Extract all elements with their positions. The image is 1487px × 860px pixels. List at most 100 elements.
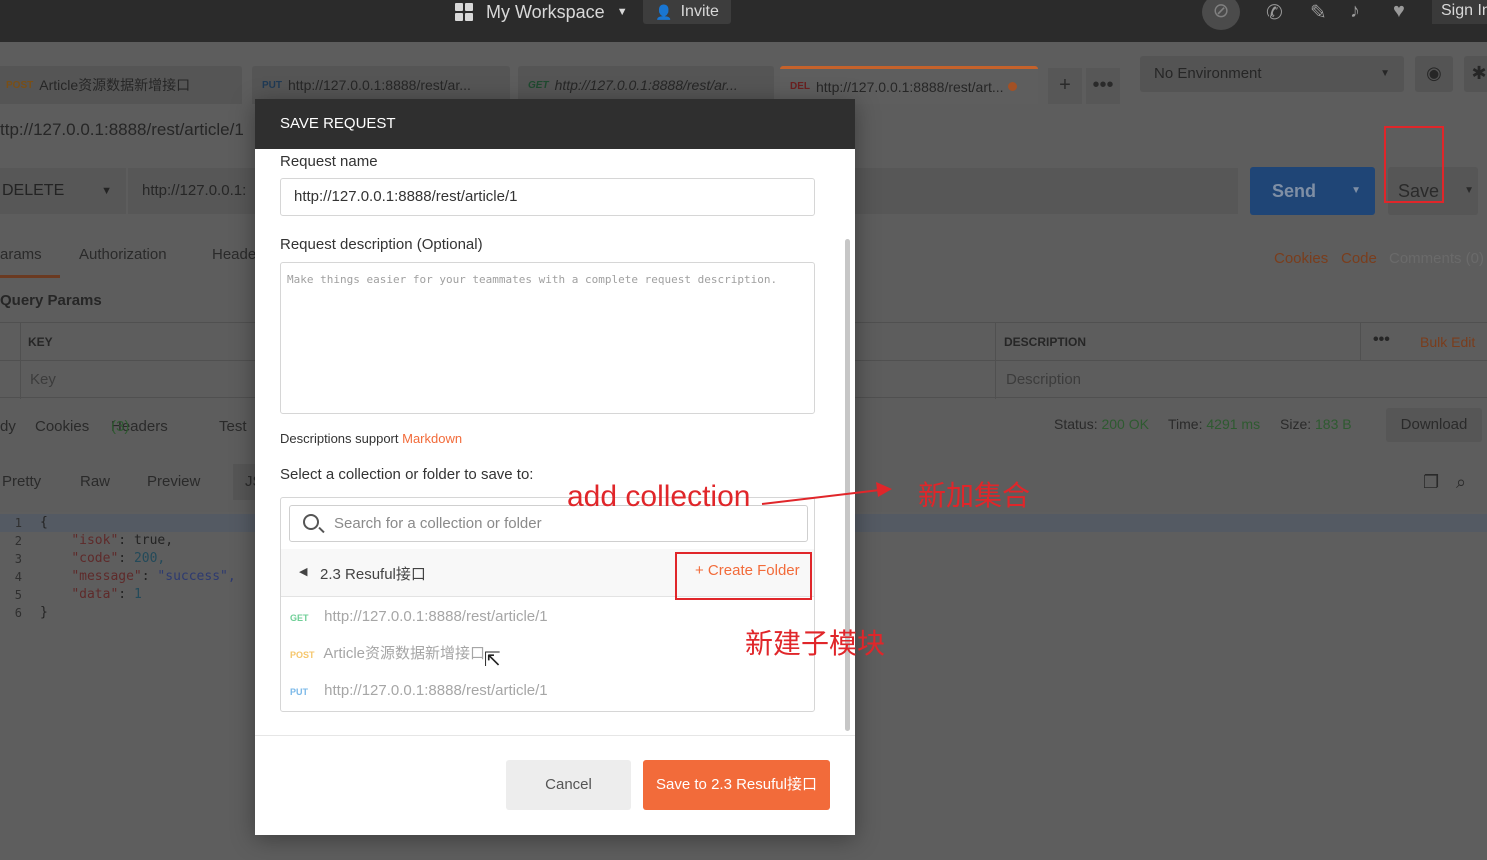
more-icon[interactable]: ••• <box>1373 331 1390 349</box>
line-number: 4 <box>14 570 22 584</box>
tab-authorization[interactable]: Authorization <box>79 246 167 263</box>
time-label: Time: <box>1168 416 1203 432</box>
tab-cookies[interactable]: Cookies <box>35 418 89 435</box>
json-value: true, <box>133 533 174 548</box>
invite-button[interactable]: 👤 Invite <box>643 0 731 24</box>
markdown-link[interactable]: Markdown <box>402 431 462 446</box>
request-tab-bar: POST Article资源数据新增接口 PUT http://127.0.0.… <box>0 42 1487 104</box>
heart-icon[interactable]: ♥ <box>1393 0 1405 23</box>
json-key: "message" <box>71 569 142 584</box>
method-badge: PUT <box>290 687 308 697</box>
request-title: http://127.0.0.1:8888/rest/article/1 <box>324 682 548 699</box>
status-readout: Status: 200 OK <box>1054 416 1149 432</box>
key-input[interactable]: Key <box>30 371 56 388</box>
request-name-label: Request name <box>280 153 378 170</box>
more-tabs-button[interactable]: ••• <box>1086 68 1120 104</box>
divider <box>1360 323 1361 361</box>
description-label: Request description (Optional) <box>280 236 483 253</box>
copy-icon[interactable]: ❐ <box>1423 464 1439 500</box>
status-label: Status: <box>1054 416 1098 432</box>
format-select[interactable]: JS <box>233 464 257 500</box>
request-tab[interactable]: POST Article资源数据新增接口 <box>0 66 242 104</box>
size-readout: Size: 183 B <box>1280 416 1352 432</box>
tab-headers[interactable]: Heade <box>212 246 256 263</box>
collection-label: Select a collection or folder to save to… <box>280 466 534 483</box>
environment-label: No Environment <box>1154 65 1262 82</box>
workspace-label: My Workspace <box>486 1 605 22</box>
json-value: "success", <box>157 569 236 584</box>
gear-icon[interactable]: ✱ <box>1464 56 1487 92</box>
markdown-prefix: Descriptions support <box>280 431 399 446</box>
json-key: "data" <box>71 587 119 602</box>
wrench-icon[interactable]: ✎ <box>1310 0 1327 25</box>
back-arrow-icon[interactable]: ◀ <box>299 565 307 578</box>
list-item: GET http://127.0.0.1:8888/rest/article/1 <box>281 598 814 635</box>
line-number: 1 <box>14 516 22 530</box>
divider <box>995 323 996 399</box>
save-to-button[interactable]: Save to 2.3 Resuful接口 <box>643 760 830 810</box>
tab-title: Article资源数据新增接口 <box>39 77 191 93</box>
list-item: POST Article资源数据新增接口 <box>281 635 814 672</box>
download-button[interactable]: Download <box>1386 408 1482 442</box>
modal-title: SAVE REQUEST <box>255 99 855 149</box>
bell-icon[interactable]: ♪ <box>1350 0 1360 23</box>
code-line: "data": 1 <box>71 587 142 602</box>
code-line: "isok": true, <box>71 533 174 548</box>
raw-button[interactable]: Raw <box>80 464 110 500</box>
sync-off-icon[interactable]: ⊘ <box>1202 0 1240 30</box>
send-button[interactable]: Send ▼ <box>1250 167 1375 215</box>
tab-method: POST <box>6 79 34 91</box>
code-line: } <box>40 605 48 620</box>
satellite-icon[interactable]: ✆ <box>1266 0 1283 25</box>
tab-body[interactable]: dy <box>0 418 16 435</box>
bulk-edit-link[interactable]: Bulk Edit <box>1420 334 1475 350</box>
caret-down-icon: ▼ <box>616 6 628 18</box>
query-params-title: Query Params <box>0 292 102 309</box>
request-title: Article资源数据新增接口 <box>323 645 486 662</box>
description-textarea[interactable]: Make things easier for your teammates wi… <box>280 262 815 414</box>
send-label: Send <box>1272 181 1317 201</box>
comments-link[interactable]: Comments (0) <box>1389 250 1484 267</box>
tab-title: http://127.0.0.1:8888/rest/art... <box>816 78 1004 95</box>
pretty-button[interactable]: Pretty <box>2 464 41 500</box>
caret-down-icon: ▼ <box>1464 185 1474 196</box>
key-column-header: KEY <box>28 335 53 349</box>
code-link[interactable]: Code <box>1341 250 1377 267</box>
save-request-modal: SAVE REQUEST Request name http://127.0.0… <box>255 99 855 835</box>
workspace-switcher[interactable]: My Workspace ▼ <box>455 0 628 24</box>
description-input[interactable]: Description <box>1006 371 1081 388</box>
annotation-arrow-icon <box>761 482 892 505</box>
search-icon[interactable]: ⌕ <box>1456 464 1466 500</box>
new-tab-button[interactable]: + <box>1048 68 1082 104</box>
size-label: Size: <box>1280 416 1312 432</box>
folder-name: 2.3 Resuful接口 <box>320 566 426 583</box>
save-button-highlight <box>1384 126 1444 203</box>
time-readout: Time: 4291 ms <box>1168 416 1260 432</box>
tab-params[interactable]: arams <box>0 246 42 263</box>
status-value: 200 OK <box>1101 416 1149 432</box>
cookies-link[interactable]: Cookies <box>1274 250 1328 267</box>
top-bar: My Workspace ▼ 👤 Invite ⊘ ✆ ✎ ♪ ♥ Sign I… <box>0 0 1487 42</box>
request-name-input[interactable]: http://127.0.0.1:8888/rest/article/1 <box>280 178 815 216</box>
tab-method: GET <box>528 79 549 91</box>
code-line: { <box>40 515 48 530</box>
json-value: 200, <box>133 551 166 566</box>
tab-tests[interactable]: Test <box>219 418 247 435</box>
tab-title: http://127.0.0.1:8888/rest/ar... <box>554 77 738 93</box>
invite-label: Invite <box>680 3 719 20</box>
preview-button[interactable]: Preview <box>147 464 200 500</box>
code-line: "message": "success", <box>71 569 236 584</box>
size-value: 183 B <box>1315 416 1352 432</box>
eye-icon[interactable]: ◉ <box>1415 56 1453 92</box>
collection-picker: Search for a collection or folder ◀ 2.3 … <box>280 497 815 712</box>
method-select[interactable]: DELETE ▼ <box>0 168 126 214</box>
line-number: 6 <box>14 606 22 620</box>
sign-in-button[interactable]: Sign In <box>1432 0 1487 24</box>
line-number: 2 <box>14 534 22 548</box>
method-badge: GET <box>290 613 309 623</box>
headers-count: (3) <box>111 418 130 435</box>
cancel-button[interactable]: Cancel <box>506 760 631 810</box>
time-value: 4291 ms <box>1206 416 1261 432</box>
code-line: "code": 200, <box>71 551 166 566</box>
environment-select[interactable]: No Environment ▼ <box>1140 56 1404 92</box>
